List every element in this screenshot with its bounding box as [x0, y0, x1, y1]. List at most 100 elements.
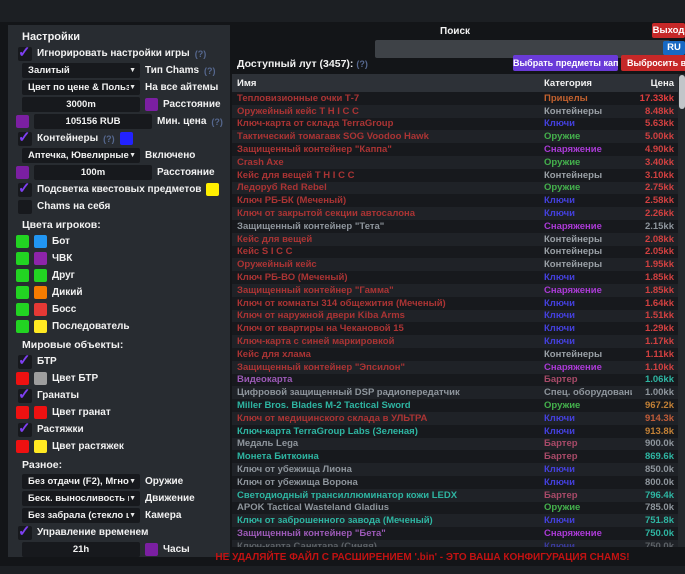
loot-table-row[interactable]: Ключ от убежища Ворона Ключи 800.0k	[232, 476, 678, 489]
ignore-game-settings-checkbox[interactable]: ✓	[18, 47, 32, 61]
loot-item-price: 1.06kk	[632, 374, 678, 385]
loot-table-row[interactable]: Монета Биткоина Бартер 869.6k	[232, 450, 678, 463]
distance-color-swatch[interactable]	[145, 98, 158, 111]
loot-table-row[interactable]: Защищенный контейнер "Бета" Снаряжение 7…	[232, 527, 678, 540]
quest-highlight-color-swatch[interactable]	[206, 183, 219, 196]
containers-color-swatch[interactable]	[120, 132, 133, 145]
tripwires-checkbox[interactable]: ✓	[18, 423, 32, 437]
color-swatch[interactable]	[34, 235, 47, 248]
loot-table-row[interactable]: Защищенный контейнер "Тета" Снаряжение 2…	[232, 220, 678, 233]
loot-table-row[interactable]: Ключ-карта TerraGroup Labs (Зеленая) Клю…	[232, 425, 678, 438]
column-header-name[interactable]: Имя	[232, 78, 544, 89]
hours-color-swatch[interactable]	[145, 543, 158, 556]
min-price-input[interactable]: 105156 RUB	[34, 114, 152, 129]
loot-table-row[interactable]: Ключ РБ-БК (Меченый) Ключи 2.58kk	[232, 194, 678, 207]
min-price-color-swatch[interactable]	[16, 115, 29, 128]
loot-table-row[interactable]: Ключ от наружной двери Kiba Arms Ключи 1…	[232, 310, 678, 323]
loot-table-row[interactable]: Ключ от убежища Лиона Ключи 850.0k	[232, 463, 678, 476]
loot-table-row[interactable]: Ледоруб Red Rebel Оружие 2.75kk	[232, 182, 678, 195]
column-header-category[interactable]: Категория	[544, 78, 632, 89]
item-filter-dropdown[interactable]: Аптечка, Ювелирные и... ▼	[22, 148, 140, 163]
loot-table-row[interactable]: Ключ-карта с синей маркировкой Ключи 1.1…	[232, 335, 678, 348]
btr-label: БТР	[37, 356, 57, 367]
color-swatch[interactable]	[34, 269, 47, 282]
color-swatch[interactable]	[16, 406, 29, 419]
self-chams-checkbox[interactable]: ✓	[18, 200, 32, 214]
color-swatch[interactable]	[34, 303, 47, 316]
loot-item-name: Медаль Lega	[232, 438, 544, 449]
camera-dropdown[interactable]: Без забрала (стекло шлема) ▼	[22, 508, 140, 523]
color-swatch[interactable]	[16, 372, 29, 385]
loot-table-row[interactable]: Цифровой защищенный DSP радиопередатчик …	[232, 386, 678, 399]
loot-table-row[interactable]: Медаль Lega Бартер 900.0k	[232, 438, 678, 451]
grenades-checkbox[interactable]: ✓	[18, 389, 32, 403]
loot-table-row[interactable]: Защищенный контейнер "Эпсилон" Снаряжени…	[232, 361, 678, 374]
loot-table-row[interactable]: Ключ от закрытой секции автосалона Ключи…	[232, 207, 678, 220]
loot-table-row[interactable]: Тепловизионные очки Т-7 Прицелы 17.33kk	[232, 92, 678, 105]
loot-table-row[interactable]: APOK Tactical Wasteland Gladius Оружие 7…	[232, 502, 678, 515]
column-header-price[interactable]: Цена	[632, 78, 678, 89]
loot-table-row[interactable]: Ключ-карта от склада TerraGroup Ключи 5.…	[232, 118, 678, 131]
loot-table-row[interactable]: Кейс для хлама Контейнеры 1.11kk	[232, 348, 678, 361]
loot-table-row[interactable]: Miller Bros. Blades M-2 Tactical Sword О…	[232, 399, 678, 412]
help-icon[interactable]: (?)	[103, 134, 115, 144]
color-swatch[interactable]	[16, 303, 29, 316]
help-icon[interactable]: (?)	[195, 49, 207, 59]
help-icon[interactable]: (?)	[211, 117, 223, 127]
scrollbar-thumb[interactable]	[679, 75, 685, 109]
exit-button[interactable]: Выход	[652, 23, 685, 38]
quest-highlight-checkbox[interactable]: ✓	[18, 183, 32, 197]
loot-table-row[interactable]: Оружейный кейс T H I C C Контейнеры 8.48…	[232, 105, 678, 118]
container-distance-input[interactable]: 100m	[34, 165, 152, 180]
color-swatch[interactable]	[34, 372, 47, 385]
grenades-label: Гранаты	[37, 390, 79, 401]
color-swatch[interactable]	[16, 440, 29, 453]
loot-item-category: Ключи	[544, 477, 632, 488]
loot-item-price: 751.8k	[632, 515, 678, 526]
weapon-dropdown[interactable]: Без отдачи (F2), Мгновенное п ▼	[22, 474, 140, 489]
color-swatch[interactable]	[34, 440, 47, 453]
color-swatch[interactable]	[16, 235, 29, 248]
color-swatch[interactable]	[16, 286, 29, 299]
loot-table-row[interactable]: Кейс S I C C Контейнеры 2.05kk	[232, 246, 678, 259]
loot-table-row[interactable]: Тактический томагавк SOG Voodoo Hawk Ору…	[232, 130, 678, 143]
color-mode-dropdown[interactable]: Цвет по цене & Пользователь ▼	[22, 80, 140, 95]
color-swatch[interactable]	[34, 252, 47, 265]
dump-all-button[interactable]: Выбросить все	[621, 55, 685, 71]
loot-table-row[interactable]: Оружейный кейс Контейнеры 1.95kk	[232, 258, 678, 271]
color-swatch[interactable]	[34, 320, 47, 333]
loot-table-row[interactable]: Кейс для вещей Контейнеры 2.08kk	[232, 233, 678, 246]
loot-table-row[interactable]: Ключ РБ-ВО (Меченый) Ключи 1.85kk	[232, 271, 678, 284]
loot-table-row[interactable]: Светодиодный трансиллюминатор кожи LEDX …	[232, 489, 678, 502]
language-button[interactable]: RU	[663, 41, 685, 55]
select-kappa-items-button[interactable]: Выбрать предметы каппа	[513, 55, 618, 71]
color-swatch[interactable]	[34, 286, 47, 299]
help-icon[interactable]: (?)	[204, 66, 216, 76]
loot-table-row[interactable]: Ключ от квартиры на Чекановой 15 Ключи 1…	[232, 322, 678, 335]
color-swatch[interactable]	[16, 269, 29, 282]
chams-type-dropdown[interactable]: Залитый ▼	[22, 63, 140, 78]
loot-table-row[interactable]: Crash Axe Оружие 3.40kk	[232, 156, 678, 169]
hours-input[interactable]: 21h	[22, 542, 140, 557]
btr-checkbox[interactable]: ✓	[18, 355, 32, 369]
loot-table-row[interactable]: Ключ от комнаты 314 общежития (Меченый) …	[232, 297, 678, 310]
loot-table-row[interactable]: Кейс для вещей T H I C C Контейнеры 3.10…	[232, 169, 678, 182]
loot-table-row[interactable]: Ключ от медицинского склада в УЛЬТРА Клю…	[232, 412, 678, 425]
color-swatch[interactable]	[34, 406, 47, 419]
table-scrollbar[interactable]	[678, 74, 685, 547]
loot-item-name: Ледоруб Red Rebel	[232, 182, 544, 193]
time-control-checkbox[interactable]: ✓	[18, 526, 32, 540]
distance-input[interactable]: 3000m	[22, 97, 140, 112]
color-swatch[interactable]	[16, 252, 29, 265]
container-distance-color-swatch[interactable]	[16, 166, 29, 179]
color-swatch[interactable]	[16, 320, 29, 333]
player-colors-title: Цвета игроков:	[22, 217, 224, 233]
loot-table-row[interactable]: Ключ-карта Санитара (Синяя) Ключи 750.0k	[232, 540, 678, 547]
loot-table-row[interactable]: Защищенный контейнер "Гамма" Снаряжение …	[232, 284, 678, 297]
containers-checkbox[interactable]: ✓	[18, 132, 32, 146]
loot-table-row[interactable]: Защищенный контейнер "Каппа" Снаряжение …	[232, 143, 678, 156]
loot-table-row[interactable]: Ключ от заброшенного завода (Меченый) Кл…	[232, 514, 678, 527]
loot-table-row[interactable]: Видеокарта Бартер 1.06kk	[232, 374, 678, 387]
movement-dropdown[interactable]: Беск. выносливость и нет уста ▼	[22, 491, 140, 506]
help-icon[interactable]: (?)	[356, 59, 368, 69]
